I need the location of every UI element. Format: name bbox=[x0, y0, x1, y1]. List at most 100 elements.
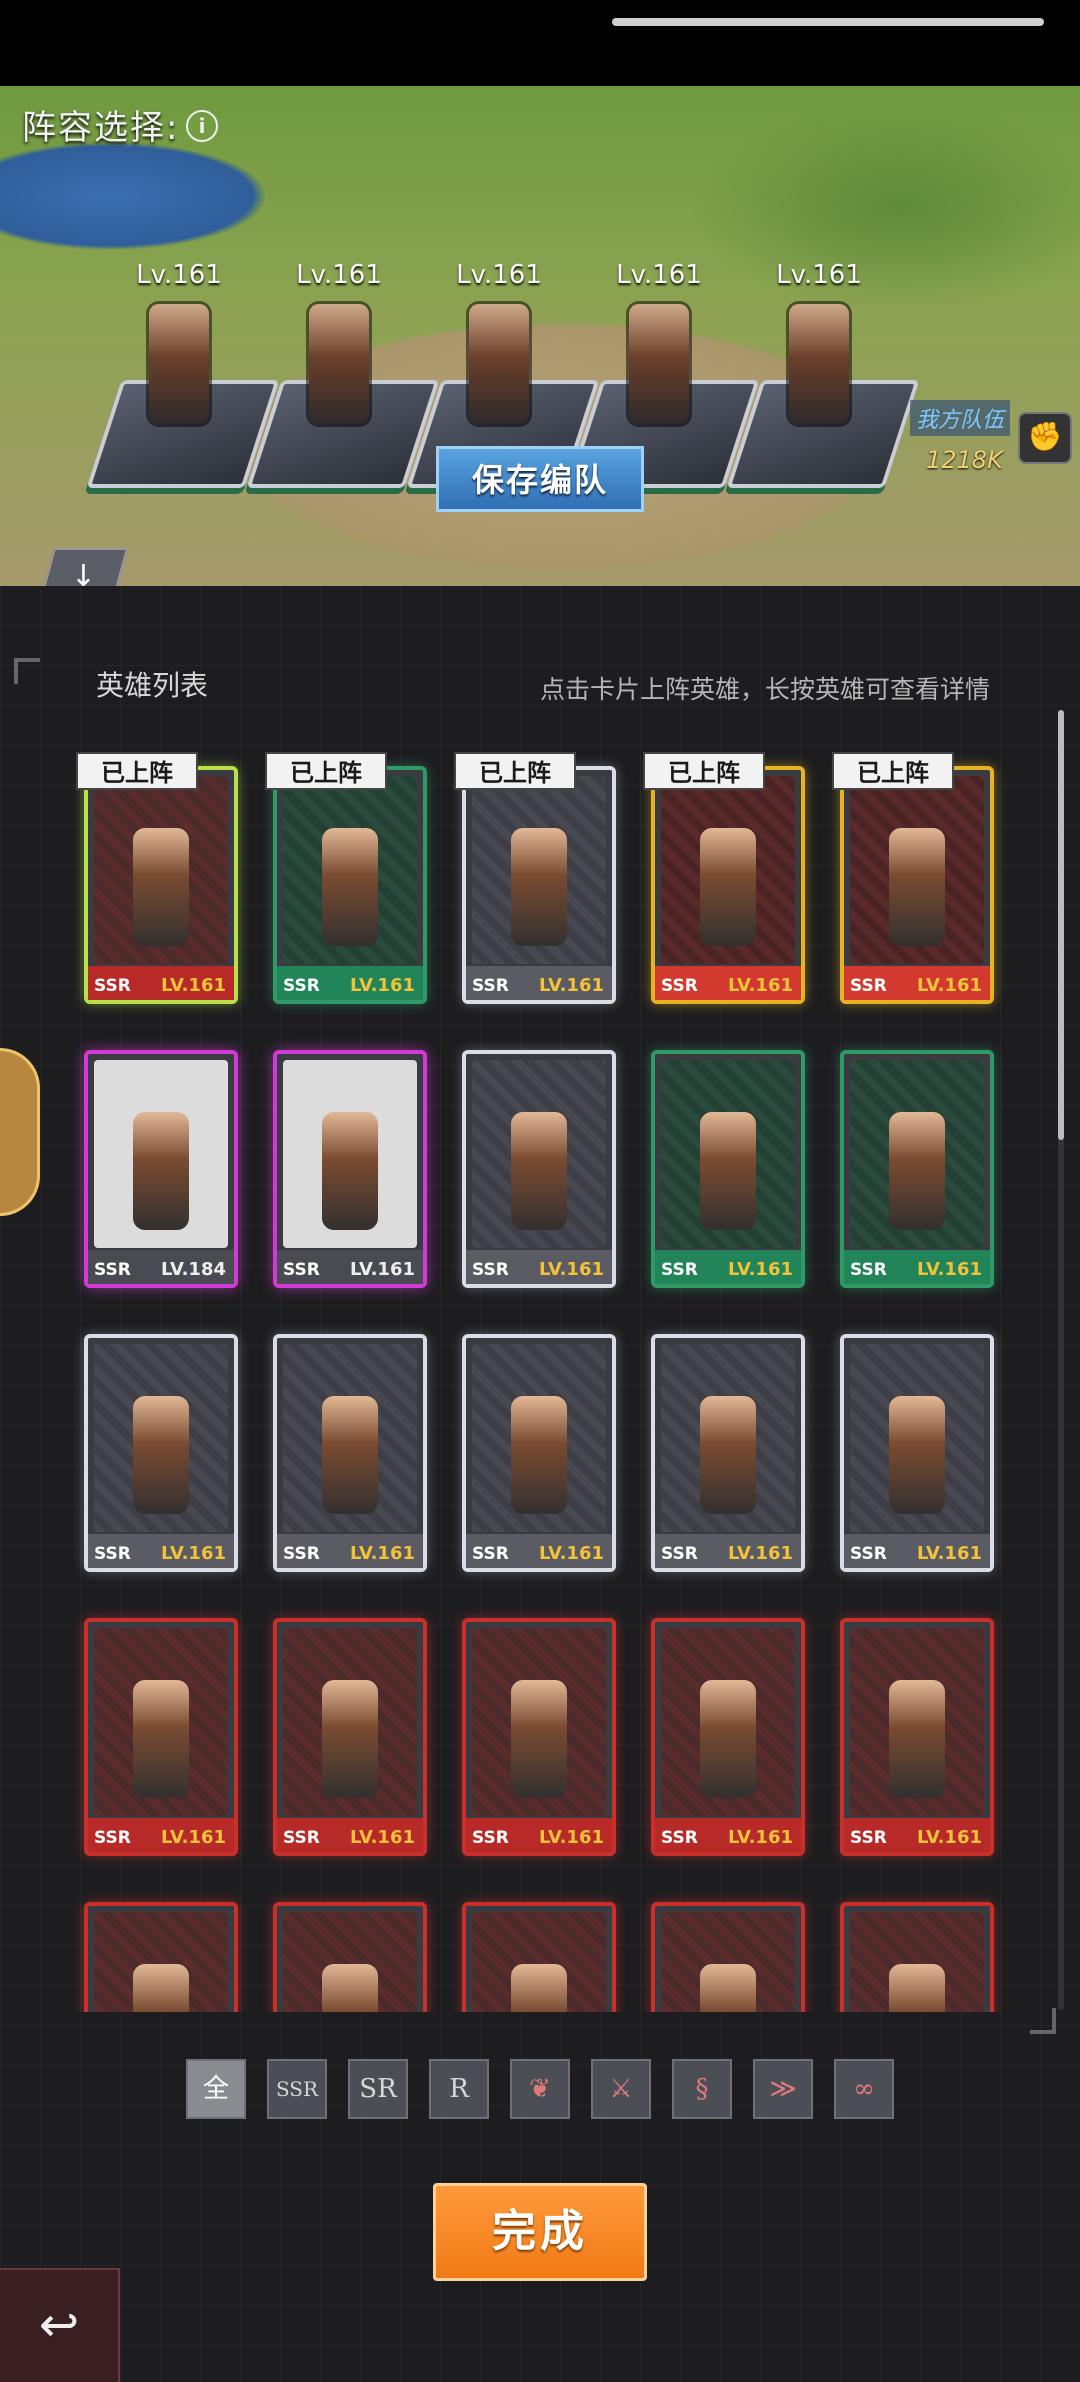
hero-portrait bbox=[133, 1680, 189, 1798]
card-rarity: SSR bbox=[850, 1544, 887, 1564]
hero-sprite bbox=[469, 304, 529, 424]
deployed-tag: 已上阵 bbox=[76, 752, 198, 790]
slot-level: Lv.161 bbox=[456, 260, 542, 290]
hero-portrait bbox=[511, 1964, 567, 2012]
lineup-slot[interactable]: Lv.161 bbox=[86, 260, 280, 490]
hero-portrait bbox=[133, 1964, 189, 2012]
deployed-tag: 已上阵 bbox=[643, 752, 765, 790]
hero-portrait bbox=[322, 1964, 378, 2012]
hero-card[interactable]: SSR LV.161 bbox=[651, 1618, 805, 1856]
hero-card[interactable] bbox=[651, 1902, 805, 2012]
card-level: LV.161 bbox=[160, 1543, 226, 1564]
hero-portrait bbox=[700, 1396, 756, 1514]
card-level: LV.161 bbox=[916, 1259, 982, 1280]
hero-portrait bbox=[889, 1396, 945, 1514]
hero-card[interactable]: SSR LV.161 bbox=[651, 1334, 805, 1572]
card-rarity: SSR bbox=[283, 1544, 320, 1564]
card-level: LV.161 bbox=[538, 975, 604, 996]
hero-card[interactable]: SSR LV.161 bbox=[273, 766, 427, 1004]
card-level: LV.161 bbox=[916, 1543, 982, 1564]
lineup-slot[interactable]: Lv.161 bbox=[246, 260, 440, 490]
save-formation-button[interactable]: 保存编队 bbox=[436, 446, 644, 512]
hero-card[interactable]: SSR LV.161 bbox=[84, 766, 238, 1004]
faction-claw-icon[interactable]: ❦ bbox=[510, 2059, 570, 2119]
hero-card[interactable] bbox=[840, 1902, 994, 2012]
side-hero-tab[interactable] bbox=[0, 1048, 40, 1216]
faction-wing-icon[interactable]: ≫ bbox=[753, 2059, 813, 2119]
hero-card[interactable]: SSR LV.161 bbox=[840, 1334, 994, 1572]
hero-sprite bbox=[309, 304, 369, 424]
faction-serpent-icon[interactable]: § bbox=[672, 2059, 732, 2119]
hero-portrait bbox=[511, 1396, 567, 1514]
hero-portrait bbox=[133, 828, 189, 946]
hero-card[interactable]: SSR LV.184 bbox=[84, 1050, 238, 1288]
hero-card[interactable]: SSR LV.161 bbox=[273, 1334, 427, 1572]
deployed-tag: 已上阵 bbox=[832, 752, 954, 790]
card-level: LV.161 bbox=[916, 975, 982, 996]
slot-level: Lv.161 bbox=[616, 260, 702, 290]
hero-card[interactable]: SSR LV.161 bbox=[840, 1050, 994, 1288]
hero-card[interactable]: SSR LV.161 bbox=[273, 1050, 427, 1288]
filter-rarity-sr[interactable]: SR bbox=[348, 2059, 408, 2119]
card-level: LV.161 bbox=[727, 1827, 793, 1848]
back-button[interactable]: ↩ bbox=[0, 2268, 120, 2382]
filter-all[interactable]: 全 bbox=[186, 2059, 246, 2119]
card-level: LV.161 bbox=[916, 1827, 982, 1848]
status-bar bbox=[0, 0, 1080, 86]
hero-card[interactable]: SSR LV.161 bbox=[651, 766, 805, 1004]
hero-portrait bbox=[889, 1112, 945, 1230]
hero-list-hint: 点击卡片上阵英雄，长按英雄可查看详情 bbox=[540, 675, 991, 704]
hero-portrait bbox=[700, 1680, 756, 1798]
card-rarity: SSR bbox=[472, 1828, 509, 1848]
slot-level: Lv.161 bbox=[136, 260, 222, 290]
card-level: LV.161 bbox=[727, 975, 793, 996]
hero-portrait bbox=[322, 1112, 378, 1230]
card-level: LV.161 bbox=[538, 1827, 604, 1848]
hero-card[interactable]: SSR LV.161 bbox=[462, 1334, 616, 1572]
card-level: LV.161 bbox=[349, 1543, 415, 1564]
hero-card[interactable]: SSR LV.161 bbox=[651, 1050, 805, 1288]
hero-card[interactable] bbox=[273, 1902, 427, 2012]
hero-card[interactable]: SSR LV.161 bbox=[840, 1618, 994, 1856]
card-rarity: SSR bbox=[472, 1260, 509, 1280]
faction-infinity-icon[interactable]: ∞ bbox=[834, 2059, 894, 2119]
corner-bracket bbox=[14, 658, 40, 684]
filter-rarity-r[interactable]: R bbox=[429, 2059, 489, 2119]
faction-wolf-icon[interactable]: ⚔ bbox=[591, 2059, 651, 2119]
fist-icon[interactable]: ✊ bbox=[1018, 412, 1072, 464]
lineup-slot[interactable]: Lv.161 bbox=[726, 260, 920, 490]
slot-level: Lv.161 bbox=[776, 260, 862, 290]
card-rarity: SSR bbox=[661, 1544, 698, 1564]
hero-card[interactable]: SSR LV.161 bbox=[840, 766, 994, 1004]
scrollbar-thumb[interactable] bbox=[1058, 710, 1064, 1140]
hero-card[interactable] bbox=[84, 1902, 238, 2012]
card-rarity: SSR bbox=[472, 1544, 509, 1564]
hero-portrait bbox=[889, 1680, 945, 1798]
hero-sprite bbox=[789, 304, 849, 424]
card-rarity: SSR bbox=[94, 976, 131, 996]
hero-portrait bbox=[511, 1680, 567, 1798]
hero-card[interactable]: SSR LV.161 bbox=[462, 1618, 616, 1856]
card-level: LV.161 bbox=[727, 1259, 793, 1280]
deployed-tag: 已上阵 bbox=[265, 752, 387, 790]
hero-card[interactable]: SSR LV.161 bbox=[462, 766, 616, 1004]
lineup-title: 阵容选择: bbox=[22, 108, 180, 148]
hero-card[interactable]: SSR LV.161 bbox=[273, 1618, 427, 1856]
hero-portrait bbox=[700, 828, 756, 946]
hero-sprite bbox=[629, 304, 689, 424]
hero-card[interactable]: SSR LV.161 bbox=[84, 1618, 238, 1856]
card-rarity: SSR bbox=[94, 1544, 131, 1564]
card-rarity: SSR bbox=[661, 976, 698, 996]
card-rarity: SSR bbox=[283, 1828, 320, 1848]
deployed-tag: 已上阵 bbox=[454, 752, 576, 790]
hero-card[interactable]: SSR LV.161 bbox=[84, 1334, 238, 1572]
card-rarity: SSR bbox=[94, 1828, 131, 1848]
done-button[interactable]: 完成 bbox=[433, 2183, 647, 2281]
filter-rarity-ssr[interactable]: SSR bbox=[267, 2059, 327, 2119]
hero-portrait bbox=[889, 828, 945, 946]
hero-card[interactable]: SSR LV.161 bbox=[462, 1050, 616, 1288]
info-icon[interactable]: i bbox=[186, 110, 218, 142]
card-level: LV.161 bbox=[727, 1543, 793, 1564]
hero-card-grid: SSR LV.161 已上阵 SSR LV.161 已上阵 SSR LV.161 已上阵 SSR L… bbox=[70, 740, 1030, 2012]
hero-card[interactable] bbox=[462, 1902, 616, 2012]
